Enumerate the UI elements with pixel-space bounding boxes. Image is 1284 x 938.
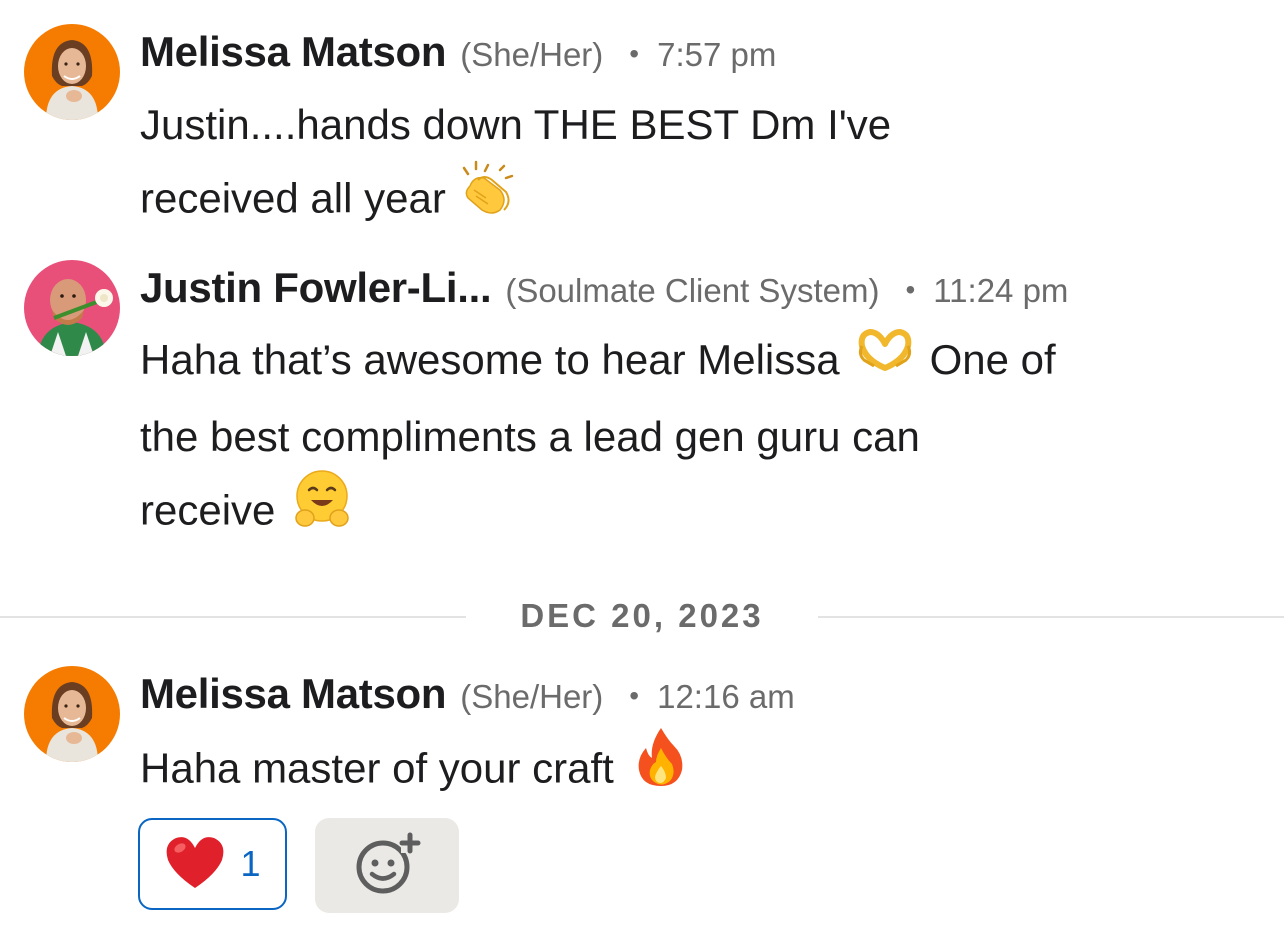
message-line: One of [929,336,1056,383]
message-body: Haha that’s awesome to hear Melissa One … [140,324,1056,555]
avatar-melissa-image [24,666,120,762]
date-divider: DEC 20, 2023 [520,597,764,634]
message-line: Haha master of your craft [140,744,614,792]
avatar[interactable] [24,666,120,762]
message-line: receive [140,487,276,534]
message-header: Melissa Matson (She/Her) • 12:16 am [140,670,795,718]
message-line: the best compliments a lead gen guru can [140,413,920,461]
sender-headline: (Soulmate Client System) [505,272,880,309]
message-body: Haha master of your craft [140,728,688,813]
separator-dot: • [629,38,640,69]
message-header: Melissa Matson (She/Her) • 7:57 pm [140,28,776,76]
message-time: 7:57 pm [657,36,777,73]
message-line: Haha that’s awesome to hear Melissa [140,336,840,383]
message-header: Justin Fowler-Li... (Soulmate Client Sys… [140,264,1068,312]
separator-dot: • [629,680,640,711]
reaction-heart-button[interactable]: 1 [138,818,287,910]
add-reaction-button[interactable] [315,818,459,913]
avatar-justin-image [24,260,120,356]
message-line: received all year [140,174,446,222]
message-line-wrap: Haha that’s awesome to hear Melissa One … [140,324,1056,401]
heart-hands-icon [854,320,916,397]
sender-pronoun: (She/Her) [460,36,604,73]
message-line: Justin....hands down THE BEST Dm I've [140,101,892,148]
avatar-melissa-image [24,24,120,120]
message-body: Justin....hands down THE BEST Dm I've re… [140,89,891,243]
separator-dot: • [905,274,916,305]
message-line-wrap: receive [140,470,1056,555]
fire-icon [634,726,688,809]
message-line-wrap: Haha master of your craft [140,728,688,813]
reaction-count: 1 [240,843,261,884]
date-divider-line-left [0,616,466,618]
avatar[interactable] [24,24,120,120]
sender-name[interactable]: Melissa Matson [140,670,447,718]
message-time: 12:16 am [657,678,795,715]
clapping-hands-icon [454,156,516,239]
sender-pronoun: (She/Her) [460,678,604,715]
hugging-face-icon [291,468,353,551]
red-heart-icon [164,834,226,895]
date-divider-line-right [818,616,1284,618]
message-time: 11:24 pm [933,272,1069,309]
add-emoji-icon [353,831,421,900]
message-line-wrap: received all year [140,160,891,243]
sender-name[interactable]: Melissa Matson [140,28,447,76]
avatar[interactable] [24,260,120,356]
sender-name[interactable]: Justin Fowler-Li... [140,264,492,312]
